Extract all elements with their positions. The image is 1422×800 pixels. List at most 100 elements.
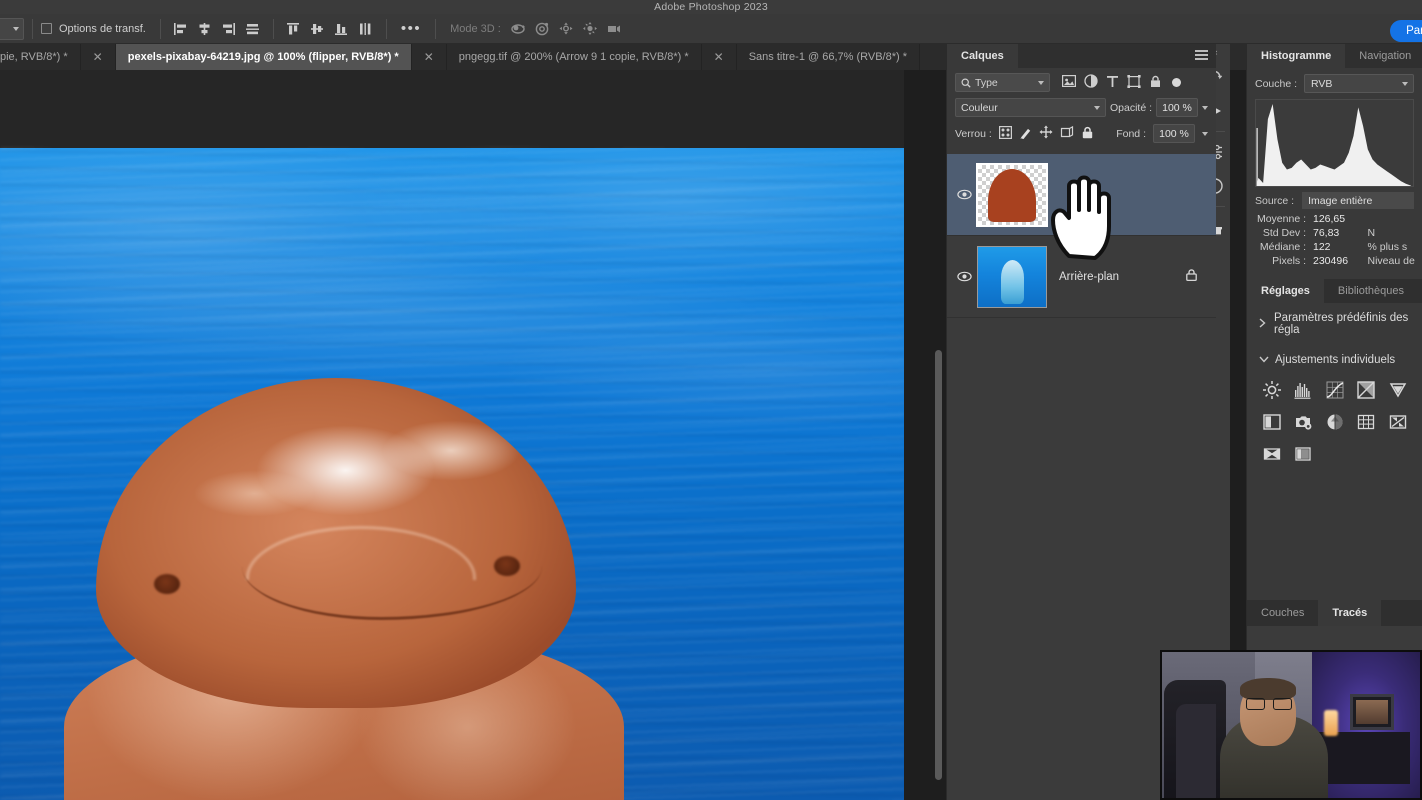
lock-all-icon[interactable]: [1081, 126, 1094, 142]
tab-calques[interactable]: Calques: [947, 44, 1018, 68]
levels-icon[interactable]: [1292, 379, 1314, 401]
filter-toggle-dot[interactable]: [1172, 78, 1181, 87]
tab-label: Réglages: [1261, 285, 1310, 297]
dolphin-eye-left: [154, 574, 180, 594]
opacity-chevron-down-icon[interactable]: [1202, 105, 1208, 110]
camera-3d-icon[interactable]: [603, 18, 627, 40]
lock-image-icon[interactable]: [1019, 126, 1032, 142]
individual-adjustments-accordion[interactable]: Ajustements individuels: [1247, 345, 1422, 375]
roll-3d-icon[interactable]: [531, 18, 555, 40]
eye-icon: [956, 271, 972, 282]
tab-bibliotheques[interactable]: Bibliothèques: [1324, 279, 1418, 303]
lock-transparency-icon[interactable]: [998, 125, 1012, 142]
document-tab-active[interactable]: pexels-pixabay-64219.jpg @ 100% (flipper…: [115, 44, 412, 70]
align-right-edges-icon[interactable]: [217, 18, 241, 40]
transform-options-checkbox[interactable]: [41, 23, 52, 34]
divider: [435, 18, 437, 39]
panel-menu-icon[interactable]: [1195, 50, 1208, 62]
tab-navigation[interactable]: Navigation: [1345, 44, 1422, 68]
orbit-3d-icon[interactable]: [507, 18, 531, 40]
histogram-chart: [1255, 99, 1414, 187]
presets-accordion[interactable]: Paramètres prédéfinis des régla: [1247, 303, 1422, 345]
shape-filter-icon[interactable]: [1127, 74, 1141, 91]
opacity-input[interactable]: 100 %: [1156, 98, 1198, 117]
black-white-icon[interactable]: [1324, 411, 1346, 433]
adjustment-filter-icon[interactable]: [1084, 74, 1098, 91]
more-options-button[interactable]: •••: [401, 21, 421, 36]
blend-mode-select[interactable]: Couleur: [955, 98, 1106, 117]
document-tab-close[interactable]: ✕: [81, 44, 116, 70]
opacity-label: Opacité :: [1109, 101, 1152, 114]
chevron-down-icon: [1402, 81, 1408, 86]
close-icon[interactable]: ✕: [714, 50, 724, 64]
layer-name[interactable]: Arrière-plan: [1059, 271, 1119, 283]
color-balance-icon[interactable]: [1292, 411, 1314, 433]
canvas-area[interactable]: [0, 70, 946, 800]
close-icon[interactable]: ✕: [93, 50, 103, 64]
align-horizontal-centers-icon[interactable]: [193, 18, 217, 40]
lock-artboard-icon[interactable]: [1060, 125, 1074, 142]
document-window[interactable]: [0, 70, 904, 800]
document-tab[interactable]: Sans titre-1 @ 66,7% (RVB/8*) *: [737, 44, 921, 70]
source-value[interactable]: Image entière: [1302, 192, 1414, 209]
tab-histogramme[interactable]: Histogramme: [1247, 44, 1346, 68]
photo-filter-icon[interactable]: [1355, 411, 1377, 433]
document-tab-label: pie, RVB/8*) *: [0, 51, 68, 63]
curves-icon[interactable]: [1324, 379, 1346, 401]
close-icon[interactable]: ✕: [424, 50, 434, 64]
layer-thumbnail[interactable]: [976, 162, 1048, 227]
vibrance-icon[interactable]: [1387, 379, 1409, 401]
pan-3d-icon[interactable]: [555, 18, 579, 40]
divider: [385, 18, 387, 39]
tool-preset-picker[interactable]: [0, 17, 24, 40]
histogram-plot: [1256, 104, 1412, 186]
hue-saturation-icon[interactable]: [1261, 411, 1283, 433]
channel-select[interactable]: RVB: [1304, 74, 1414, 93]
layer-filter-icons: [1062, 74, 1162, 91]
document-tab-close[interactable]: ✕: [702, 44, 737, 70]
stat-key: Moyenne :: [1256, 213, 1306, 225]
document-tab[interactable]: pngegg.tif @ 200% (Arrow 9 1 copie, RVB/…: [447, 44, 702, 70]
distribute-horizontal-icon[interactable]: [241, 18, 265, 40]
align-bottom-edges-icon[interactable]: [330, 18, 354, 40]
type-filter-icon[interactable]: [1106, 75, 1119, 91]
lock-position-icon[interactable]: [1039, 125, 1053, 142]
pixel-filter-icon[interactable]: [1062, 75, 1077, 90]
chevron-right-icon: [1259, 317, 1266, 331]
share-button[interactable]: Par: [1390, 20, 1422, 42]
tab-couches[interactable]: Couches: [1247, 600, 1318, 626]
fill-input[interactable]: 100 %: [1153, 124, 1195, 143]
tab-label: Couches: [1261, 607, 1305, 619]
table-row[interactable]: Arrière-plan: [947, 236, 1216, 318]
gradient-map-icon[interactable]: [1292, 443, 1314, 465]
canvas-vertical-scrollbar[interactable]: [935, 350, 942, 780]
align-left-edges-icon[interactable]: [169, 18, 193, 40]
exposure-icon[interactable]: [1355, 379, 1377, 401]
search-icon: [961, 77, 971, 88]
channel-mixer-icon[interactable]: [1387, 411, 1409, 433]
stat-value: 76,83: [1313, 227, 1340, 239]
table-row[interactable]: [947, 154, 1216, 260]
document-tab[interactable]: pie, RVB/8*) *: [0, 44, 81, 70]
tab-reglages[interactable]: Réglages: [1247, 279, 1324, 303]
tab-traces[interactable]: Tracés: [1318, 600, 1382, 626]
distribute-vertical-icon[interactable]: [354, 18, 378, 40]
layer-thumbnail[interactable]: [977, 245, 1047, 308]
lock-row: Verrou : Fond : 100 %: [947, 120, 1216, 149]
align-vertical-centers-icon[interactable]: [306, 18, 330, 40]
brightness-contrast-icon[interactable]: [1261, 379, 1283, 401]
layer-locked-icon[interactable]: [1185, 268, 1198, 285]
color-lookup-icon[interactable]: [1261, 443, 1283, 465]
smart-object-filter-icon[interactable]: [1149, 75, 1162, 91]
fill-chevron-down-icon[interactable]: [1202, 131, 1208, 136]
align-top-edges-icon[interactable]: [282, 18, 306, 40]
webcam-lamp: [1324, 710, 1338, 736]
layer-visibility-toggle[interactable]: [953, 271, 975, 282]
document-tab-close[interactable]: ✕: [412, 44, 447, 70]
blend-mode-value: Couleur: [961, 101, 998, 114]
mode3d-group: [507, 18, 627, 40]
stat-key2: % plus s: [1367, 241, 1408, 253]
layer-visibility-toggle[interactable]: [953, 189, 975, 200]
slide-3d-icon[interactable]: [579, 18, 603, 40]
layer-filter-type-select[interactable]: Type: [955, 73, 1050, 92]
